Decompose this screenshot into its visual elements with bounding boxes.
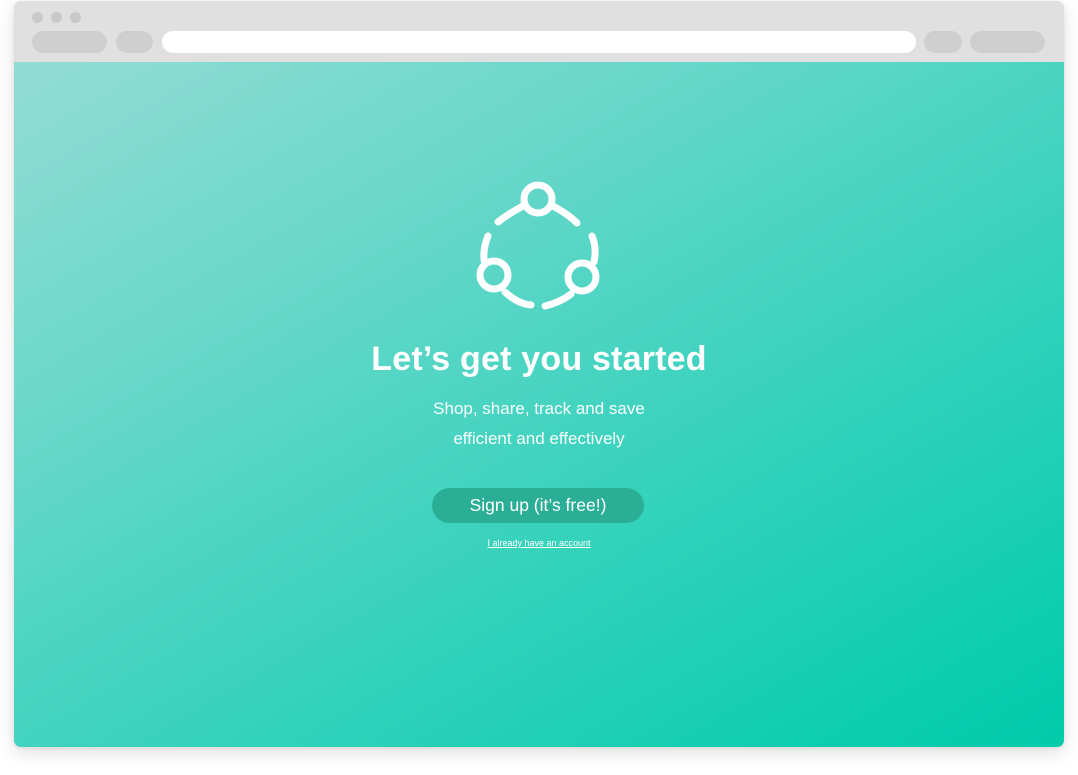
signup-button[interactable]: Sign up (it’s free!): [432, 488, 644, 523]
login-link[interactable]: I already have an account: [14, 538, 1064, 548]
window-close-dot[interactable]: [32, 12, 43, 23]
subtitle-line-1: Shop, share, track and save: [433, 399, 645, 418]
back-button[interactable]: [32, 31, 107, 53]
address-bar[interactable]: [162, 31, 916, 53]
page-title: Let’s get you started: [371, 340, 707, 378]
window-maximize-dot[interactable]: [70, 12, 81, 23]
browser-window: Let’s get you started Shop, share, track…: [14, 1, 1064, 747]
menu-button[interactable]: [970, 31, 1045, 53]
share-circle-icon: [476, 181, 600, 310]
window-minimize-dot[interactable]: [51, 12, 62, 23]
subtitle-line-2: efficient and effectively: [453, 429, 625, 448]
browser-toolbar: [14, 1, 1064, 62]
forward-button[interactable]: [116, 31, 153, 53]
extension-button[interactable]: [924, 31, 962, 53]
page-viewport: Let’s get you started Shop, share, track…: [14, 62, 1064, 747]
